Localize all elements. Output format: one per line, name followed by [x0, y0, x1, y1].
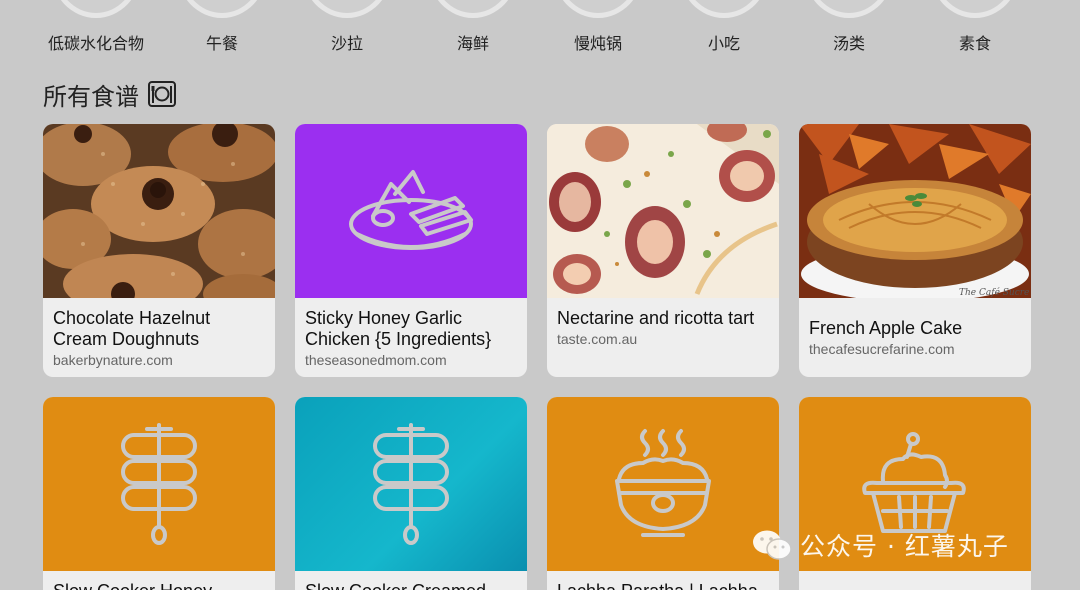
category-slow-cooker[interactable]: 慢炖锅 [543, 0, 653, 60]
category-salad[interactable]: 沙拉 [292, 0, 402, 60]
wechat-icon [753, 530, 792, 560]
recipe-title: Lachha Paratha | Lachha [557, 581, 769, 590]
watermark-text: 公众号 · 红薯丸子 [800, 532, 1009, 561]
category-label: 汤类 [832, 34, 865, 53]
category-image [428, 0, 518, 18]
category-label: 素食 [958, 34, 991, 53]
recipe-title: Slow Cooker Honey [53, 581, 265, 590]
plate-cutlery-icon [147, 79, 177, 109]
recipe-placeholder [295, 397, 527, 571]
recipe-title: Slow Cooker Creamed [305, 581, 517, 590]
watermark: 公众号 · 红薯丸子 [752, 527, 1009, 563]
category-label: 慢炖锅 [573, 34, 622, 53]
recipe-card[interactable]: Sticky Honey Garlic Chicken {5 Ingredien… [295, 124, 527, 377]
category-label: 沙拉 [330, 34, 363, 53]
category-image [679, 0, 769, 18]
recipe-placeholder [43, 397, 275, 571]
category-image [177, 0, 267, 18]
recipe-info: Nectarine and ricotta tart taste.com.au [547, 298, 779, 357]
category-seafood[interactable]: 海鲜 [418, 0, 528, 60]
recipe-source: thecafesucrefarine.com [809, 341, 955, 357]
category-image [553, 0, 643, 18]
recipe-card[interactable]: Lachha Paratha | Lachha [547, 397, 779, 590]
category-label: 小吃 [707, 34, 740, 53]
recipe-photo-apple-cake: The Café Sucre F [799, 124, 1031, 298]
recipe-card[interactable]: Nectarine and ricotta tart taste.com.au [547, 124, 779, 377]
recipe-photo-tart [547, 124, 779, 298]
recipe-info: Sticky Honey Garlic Chicken {5 Ingredien… [295, 298, 527, 377]
recipe-info: Slow Cooker Creamed [295, 571, 527, 590]
category-image [302, 0, 392, 18]
recipe-info: French Apple Cake thecafesucrefarine.com [799, 298, 1031, 367]
recipe-title: Chocolate Hazelnut Cream Doughnuts [53, 308, 211, 349]
placeholder-bowl-icon [615, 429, 711, 537]
placeholder-skewer-icon [373, 423, 449, 545]
category-image [930, 0, 1020, 18]
recipe-info: Lachha Paratha | Lachha [547, 571, 779, 590]
category-image [804, 0, 894, 18]
recipe-placeholder [295, 124, 527, 298]
category-snacks[interactable]: 小吃 [669, 0, 779, 60]
recipe-source: bakerbynature.com [53, 352, 173, 368]
category-vegetarian[interactable]: 素食 [920, 0, 1030, 60]
recipe-source: theseasonedmom.com [305, 352, 447, 368]
placeholder-platter-icon [349, 170, 473, 250]
photo-caption: The Café Sucre F [959, 287, 1031, 298]
category-lunch[interactable]: 午餐 [167, 0, 277, 60]
section-title-text: 所有食谱 [43, 82, 139, 111]
section-title: 所有食谱 [43, 78, 177, 111]
category-soups[interactable]: 汤类 [794, 0, 904, 60]
recipe-info: Chocolate Hazelnut Cream Doughnuts baker… [43, 298, 275, 377]
recipe-placeholder [547, 397, 779, 571]
category-low-carb[interactable]: 低碳水化合物 [41, 0, 151, 60]
category-label: 午餐 [205, 34, 238, 53]
recipe-card[interactable]: Chocolate Hazelnut Cream Doughnuts baker… [43, 124, 275, 377]
recipe-card[interactable]: Slow Cooker Honey [43, 397, 275, 590]
recipe-info [799, 571, 1031, 590]
recipe-info: Slow Cooker Honey [43, 571, 275, 590]
recipe-card[interactable]: The Café Sucre F French Apple Cake theca… [799, 124, 1031, 377]
category-label: 海鲜 [456, 34, 489, 53]
recipe-source: taste.com.au [557, 331, 638, 347]
category-image [51, 0, 141, 18]
recipe-title: Sticky Honey Garlic Chicken {5 Ingredien… [305, 308, 492, 349]
recipe-photo-doughnuts [43, 124, 275, 298]
category-label: 低碳水化合物 [47, 34, 144, 53]
recipe-card[interactable]: Slow Cooker Creamed [295, 397, 527, 590]
recipe-title: French Apple Cake [809, 318, 963, 338]
category-strip: 低碳水化合物 午餐 沙拉 海鲜 慢炖锅 小吃 汤类 素食 [0, 0, 1080, 60]
placeholder-skewer-icon [121, 423, 197, 545]
recipe-title: Nectarine and ricotta tart [557, 308, 755, 328]
